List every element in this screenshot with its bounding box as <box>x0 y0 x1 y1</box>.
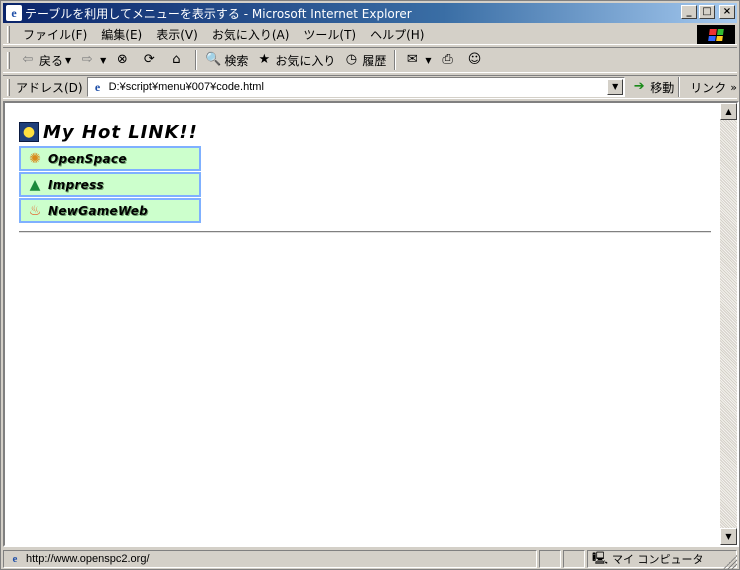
history-icon: ◷ <box>345 52 358 67</box>
menu-help[interactable]: ヘルプ(H) <box>363 26 431 43</box>
ie-logo-icon[interactable]: e <box>6 5 22 21</box>
menu-link-openspace[interactable]: ✺ OpenSpace <box>19 146 201 171</box>
menu-link-label[interactable]: OpenSpace <box>48 152 127 166</box>
forward-dropdown-icon[interactable]: ▼ <box>100 56 106 65</box>
refresh-button[interactable]: ⟳ <box>137 49 164 71</box>
go-label: 移動 <box>650 80 675 95</box>
status-text: http://www.openspc2.org/ <box>26 553 150 565</box>
print-button[interactable]: ⎙ <box>436 49 463 71</box>
history-label: 履歴 <box>362 53 387 68</box>
search-label: 検索 <box>224 53 249 68</box>
status-zone-pane: 🖳 マイ コンピュータ <box>587 550 737 568</box>
back-button[interactable]: ⇦ 戻る ▼ <box>16 49 75 71</box>
chevron-right-icon[interactable]: » <box>730 81 737 94</box>
address-dropdown-icon[interactable]: ▼ <box>607 79 624 95</box>
stop-icon: ⊗ <box>116 52 128 67</box>
close-button[interactable]: × <box>719 5 735 19</box>
gear-sun-icon: ✺ <box>29 150 41 167</box>
scroll-down-icon[interactable]: ▼ <box>720 528 737 545</box>
menu-link-impress[interactable]: ▲ Impress <box>19 172 201 197</box>
search-button[interactable]: 🔍 検索 <box>201 49 252 71</box>
menu-link-label[interactable]: Impress <box>48 178 104 192</box>
address-value[interactable]: D:¥script¥menu¥007¥code.html <box>109 81 264 93</box>
address-bar: アドレス(D) e D:¥script¥menu¥007¥code.html ▼… <box>3 75 737 99</box>
mail-icon: ✉ <box>406 52 418 67</box>
window-title: テーブルを利用してメニューを表示する - Microsoft Internet … <box>25 6 412 21</box>
back-dropdown-icon[interactable]: ▼ <box>65 56 71 65</box>
links-label: リンク <box>690 80 727 95</box>
mail-button[interactable]: ✉ ▼ <box>400 49 435 71</box>
window-controls: _ □ × <box>681 5 735 19</box>
status-progress-pane <box>539 550 561 568</box>
search-icon: 🔍 <box>205 52 222 67</box>
links-button[interactable]: リンク » <box>690 79 737 96</box>
page-content: ● My Hot LINK!! ✺ OpenSpace ▲ Impress ♨ … <box>19 121 201 224</box>
maximize-button[interactable]: □ <box>699 5 715 19</box>
go-button[interactable]: ➔ 移動 <box>631 79 674 96</box>
favorites-folder-icon: ★ <box>258 52 271 67</box>
status-security-pane <box>563 550 585 568</box>
home-button[interactable]: ⌂ <box>164 49 191 71</box>
history-button[interactable]: ◷ 履歴 <box>339 49 390 71</box>
back-label: 戻る <box>39 53 64 68</box>
forward-button[interactable]: ⇨ ▼ <box>75 49 110 71</box>
printer-icon: ⎙ <box>442 52 453 67</box>
vertical-scrollbar[interactable]: ▲ ▼ <box>720 103 737 545</box>
hot-link-header: ● My Hot LINK!! <box>19 121 201 143</box>
computer-icon: 🖳 <box>592 550 609 565</box>
address-input[interactable]: e D:¥script¥menu¥007¥code.html ▼ <box>86 77 626 97</box>
favorites-button[interactable]: ★ お気に入り <box>252 49 339 71</box>
status-bar: e http://www.openspc2.org/ 🖳 マイ コンピュータ <box>3 549 737 569</box>
toolbar-separator <box>195 50 198 70</box>
person-icon: ☺ <box>467 52 482 67</box>
refresh-icon: ⟳ <box>143 52 155 67</box>
forward-arrow-icon: ⇨ <box>81 52 93 67</box>
link-menu-table: ✺ OpenSpace ▲ Impress ♨ NewGameWeb <box>19 146 201 223</box>
links-separator <box>678 77 681 97</box>
messenger-button[interactable]: ☺ <box>463 49 490 71</box>
address-label: アドレス(D) <box>15 80 83 95</box>
favorites-label: お気に入り <box>275 53 336 68</box>
lightbulb-icon: ● <box>19 122 39 142</box>
toolbar-grip[interactable] <box>7 51 10 69</box>
menu-tools[interactable]: ツール(T) <box>296 26 363 43</box>
back-arrow-icon: ⇦ <box>22 52 34 67</box>
title-bar[interactable]: e テーブルを利用してメニューを表示する - Microsoft Interne… <box>3 3 737 23</box>
menubar-grip[interactable] <box>7 25 10 43</box>
stop-button[interactable]: ⊗ <box>110 49 137 71</box>
menu-link-label[interactable]: NewGameWeb <box>48 204 148 218</box>
horizontal-rule <box>19 231 711 233</box>
page-viewport: ● My Hot LINK!! ✺ OpenSpace ▲ Impress ♨ … <box>3 101 739 547</box>
windows-logo-icon <box>697 25 735 44</box>
menu-favorites[interactable]: お気に入り(A) <box>205 26 297 43</box>
mail-dropdown-icon[interactable]: ▼ <box>425 56 431 65</box>
menu-link-newgameweb[interactable]: ♨ NewGameWeb <box>19 198 201 223</box>
minimize-button[interactable]: _ <box>681 5 697 19</box>
status-main-pane: e http://www.openspc2.org/ <box>3 550 537 568</box>
menu-edit[interactable]: 編集(E) <box>94 26 149 43</box>
menu-view[interactable]: 表示(V) <box>149 26 205 43</box>
standard-toolbar: ⇦ 戻る ▼ ⇨ ▼ ⊗ ⟳ ⌂ 🔍 検索 ★ お気に入り ◷ 履歴 ✉ ▼ ⎙… <box>3 47 737 73</box>
ie-window: e テーブルを利用してメニューを表示する - Microsoft Interne… <box>0 0 740 570</box>
resize-grip-icon[interactable] <box>723 555 737 569</box>
toolbar-separator-2 <box>394 50 397 70</box>
page-icon: e <box>94 80 101 94</box>
scroll-up-icon[interactable]: ▲ <box>720 103 737 120</box>
tree-icon: ▲ <box>29 176 41 193</box>
home-icon: ⌂ <box>172 52 181 67</box>
zone-label: マイ コンピュータ <box>612 553 704 566</box>
addressbar-grip[interactable] <box>7 78 10 96</box>
page-icon: e <box>12 553 18 565</box>
fire-icon: ♨ <box>28 202 42 219</box>
go-arrow-icon: ➔ <box>633 79 645 94</box>
menu-file[interactable]: ファイル(F) <box>16 26 94 43</box>
menu-bar: ファイル(F) 編集(E) 表示(V) お気に入り(A) ツール(T) ヘルプ(… <box>3 24 737 45</box>
page-heading: My Hot LINK!! <box>43 121 198 143</box>
